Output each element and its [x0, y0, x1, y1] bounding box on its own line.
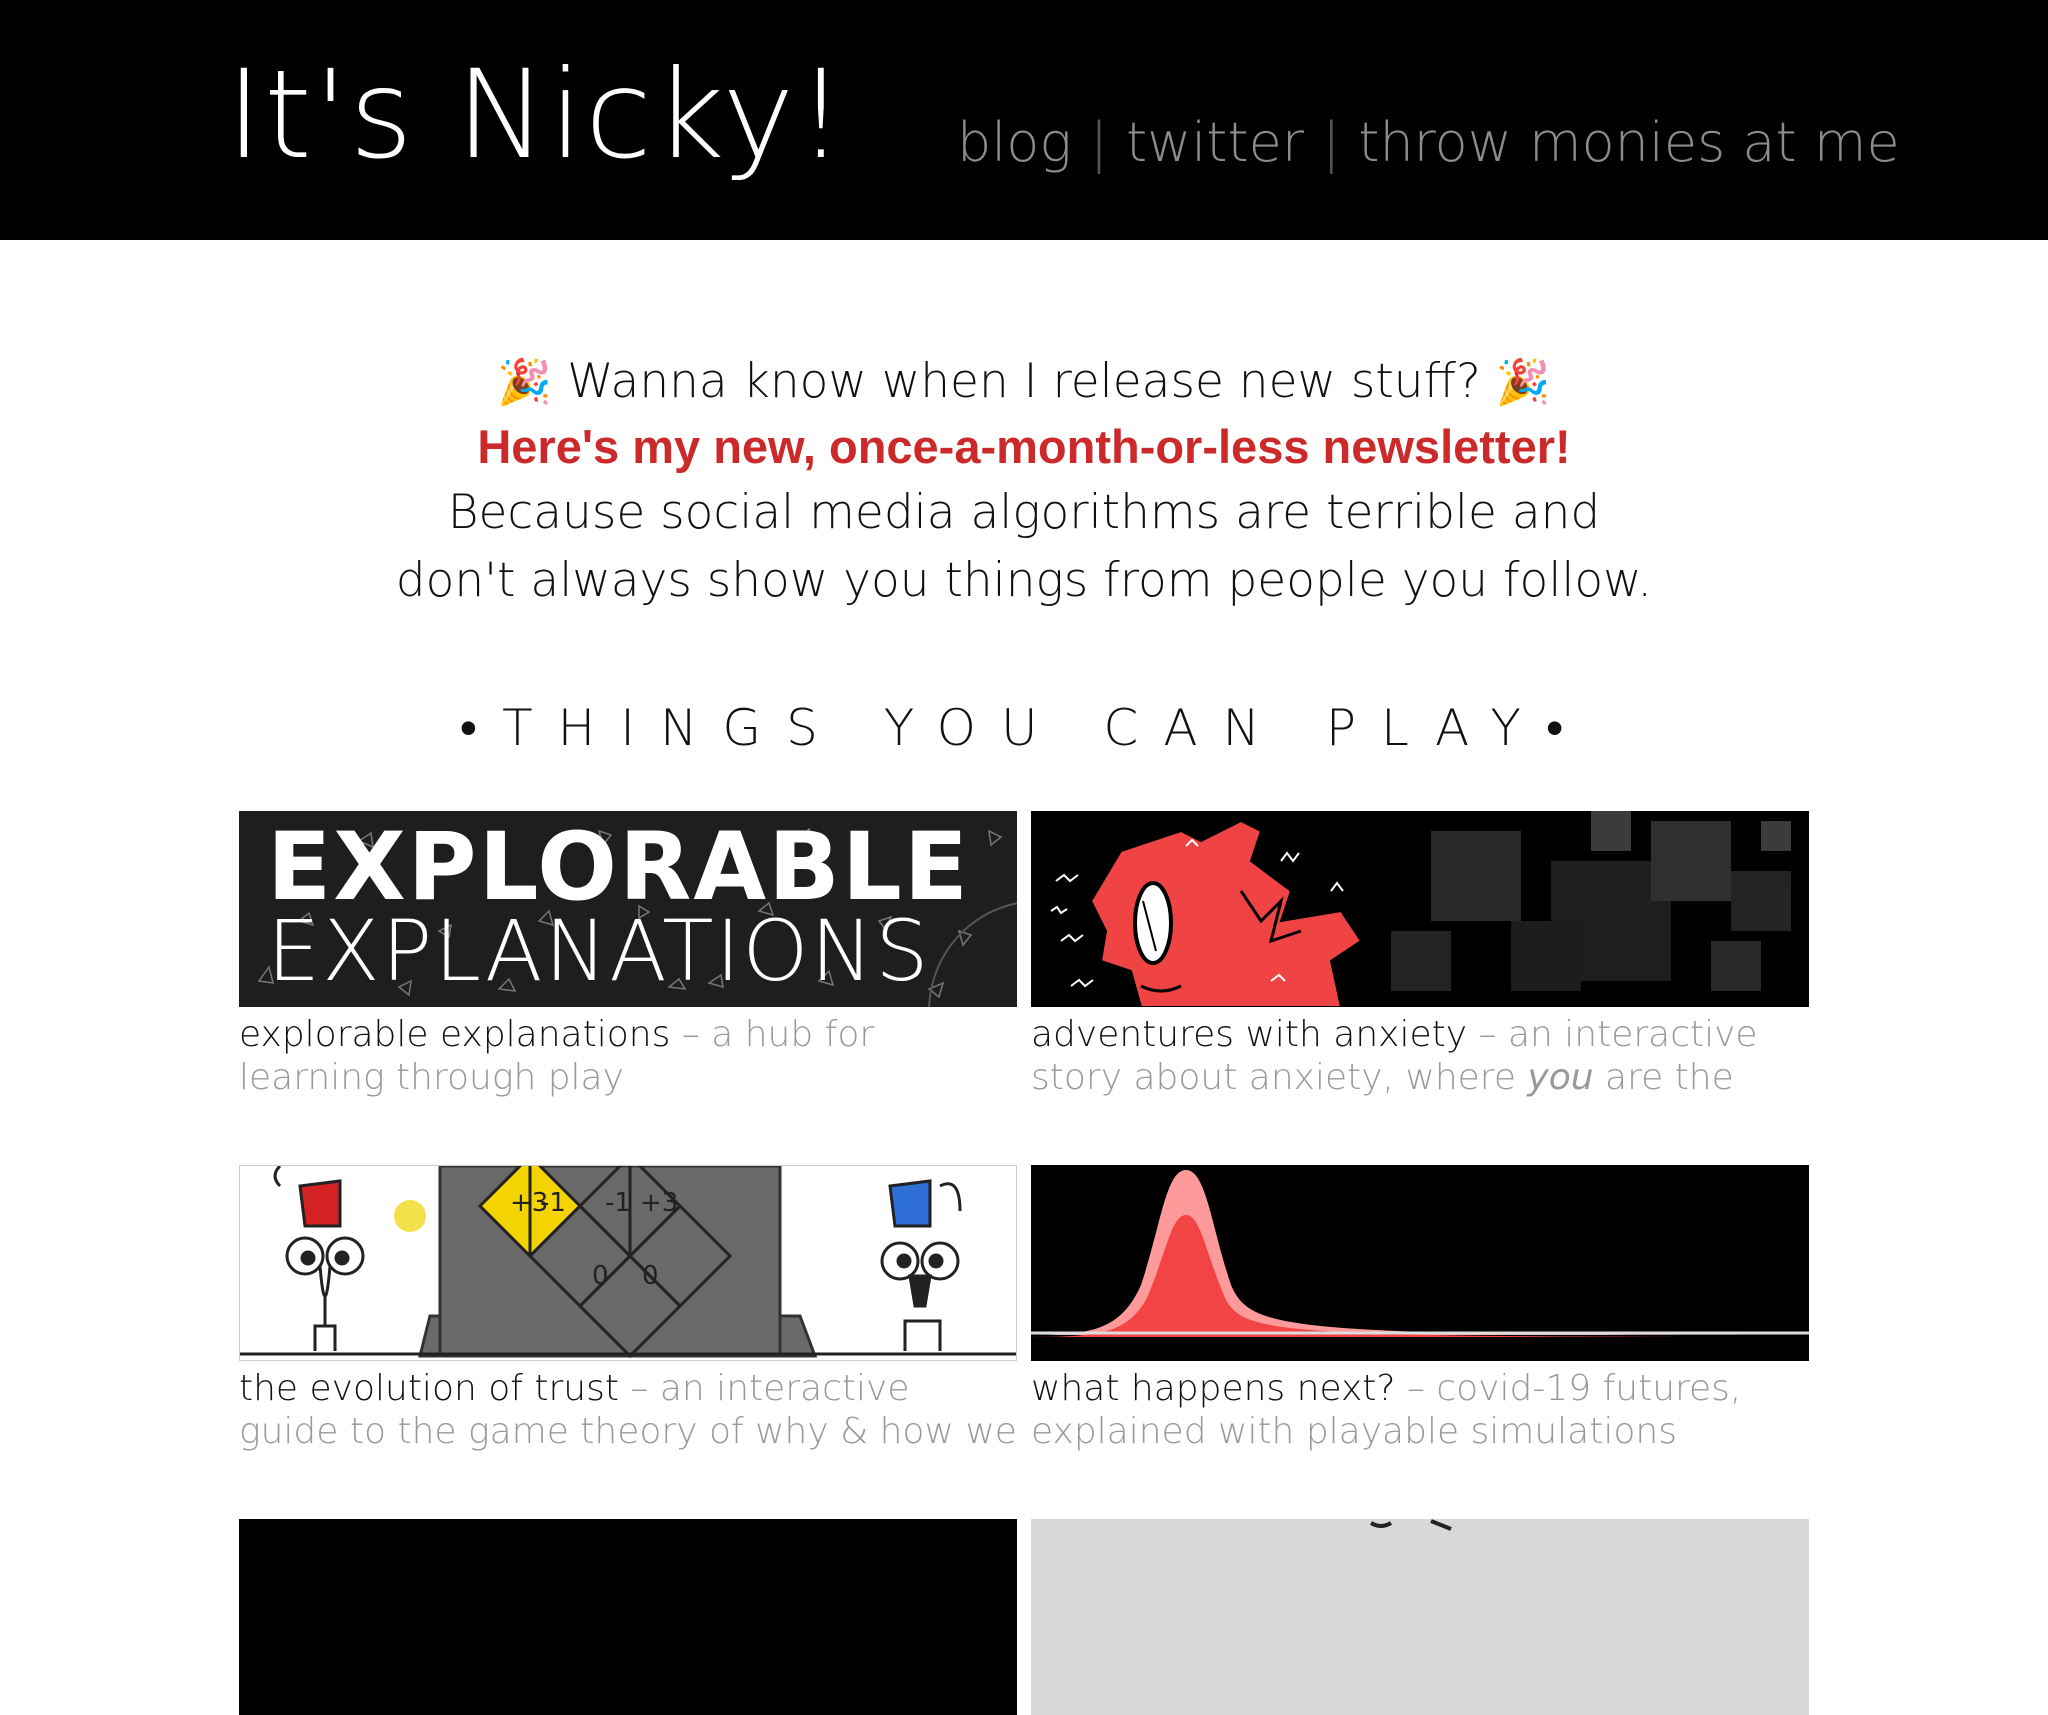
newsletter-question-line: 🎉 Wanna know when I release new stuff? 🎉 — [0, 350, 2048, 415]
payoff-label: +3 — [640, 1188, 678, 1218]
nav-donate-link[interactable]: throw monies at me — [1358, 111, 1899, 174]
newsletter-body: Because social media algorithms are terr… — [395, 485, 1653, 608]
project-description-emphasis: you — [1527, 1057, 1594, 1098]
party-popper-icon: 🎉 — [1495, 357, 1551, 408]
nav-separator: | — [1322, 111, 1341, 174]
nav-separator: | — [1089, 111, 1108, 174]
project-card-evolution-of-trust: +3 -1 -1 +3 0 0 the evolution of trust –… — [239, 1165, 1017, 1453]
project-title-link[interactable]: explorable explanations — [239, 1014, 670, 1055]
anxiety-wolf-illustration — [1031, 811, 1809, 1007]
top-nav: blog | twitter | throw monies at me — [957, 116, 1900, 170]
nav-twitter-link[interactable]: twitter — [1126, 111, 1304, 174]
project-5-thumbnail[interactable] — [239, 1519, 1017, 1715]
project-card-what-happens-next: what happens next? – covid-19 futures, e… — [1031, 1165, 1809, 1453]
project-caption: adventures with anxiety – an interactive… — [1031, 1013, 1809, 1099]
project-title-link[interactable]: what happens next? — [1031, 1368, 1395, 1409]
site-title[interactable]: It's Nicky! — [226, 54, 847, 176]
section-heading-things-you-can-play: •THINGS YOU CAN PLAY• — [459, 699, 1589, 757]
thumb-title-explorable: EXPLORABLE — [267, 813, 970, 922]
project-card-6 — [1031, 1519, 1809, 1715]
project-card-explorable-explanations: EXPLORABLE EXPLANATIONS explorable expla… — [239, 811, 1017, 1099]
project-card-5 — [239, 1519, 1017, 1715]
payoff-label: -1 — [605, 1188, 631, 1218]
payoff-label: 0 — [642, 1261, 659, 1291]
thumb-title-explanations: EXPLANATIONS — [267, 902, 931, 1000]
project-caption: explorable explanations – a hub for lear… — [239, 1013, 1017, 1099]
nav-blog-link[interactable]: blog — [957, 111, 1072, 174]
what-happens-next-thumbnail[interactable] — [1031, 1165, 1809, 1361]
newsletter-promo: 🎉 Wanna know when I release new stuff? 🎉… — [0, 350, 2048, 615]
newsletter-question: Wanna know when I release new stuff? — [567, 354, 1481, 409]
project-card-adventures-with-anxiety: adventures with anxiety – an interactive… — [1031, 811, 1809, 1099]
party-popper-icon: 🎉 — [497, 357, 553, 408]
epidemic-curve-illustration — [1031, 1165, 1809, 1361]
newsletter-link[interactable]: Here's my new, once-a-month-or-less news… — [477, 415, 1570, 479]
payoff-label: 0 — [592, 1261, 609, 1291]
site-header: It's Nicky! blog | twitter | throw monies at… — [0, 0, 2048, 240]
project-6-thumbnail[interactable] — [1031, 1519, 1809, 1715]
project-caption: what happens next? – covid-19 futures, e… — [1031, 1367, 1809, 1453]
project-caption: the evolution of trust – an interactive … — [239, 1367, 1017, 1453]
adventures-with-anxiety-thumbnail[interactable] — [1031, 811, 1809, 1007]
trust-machine-illustration: +3 -1 -1 +3 0 0 — [240, 1166, 1016, 1360]
explorable-explanations-thumbnail[interactable]: EXPLORABLE EXPLANATIONS — [239, 811, 1017, 1007]
evolution-of-trust-thumbnail[interactable]: +3 -1 -1 +3 0 0 — [239, 1165, 1017, 1361]
sketch-illustration — [1369, 1519, 1452, 1531]
project-title-link[interactable]: the evolution of trust — [239, 1368, 619, 1409]
project-title-link[interactable]: adventures with anxiety — [1031, 1014, 1467, 1055]
payoff-label: -1 — [540, 1188, 566, 1218]
